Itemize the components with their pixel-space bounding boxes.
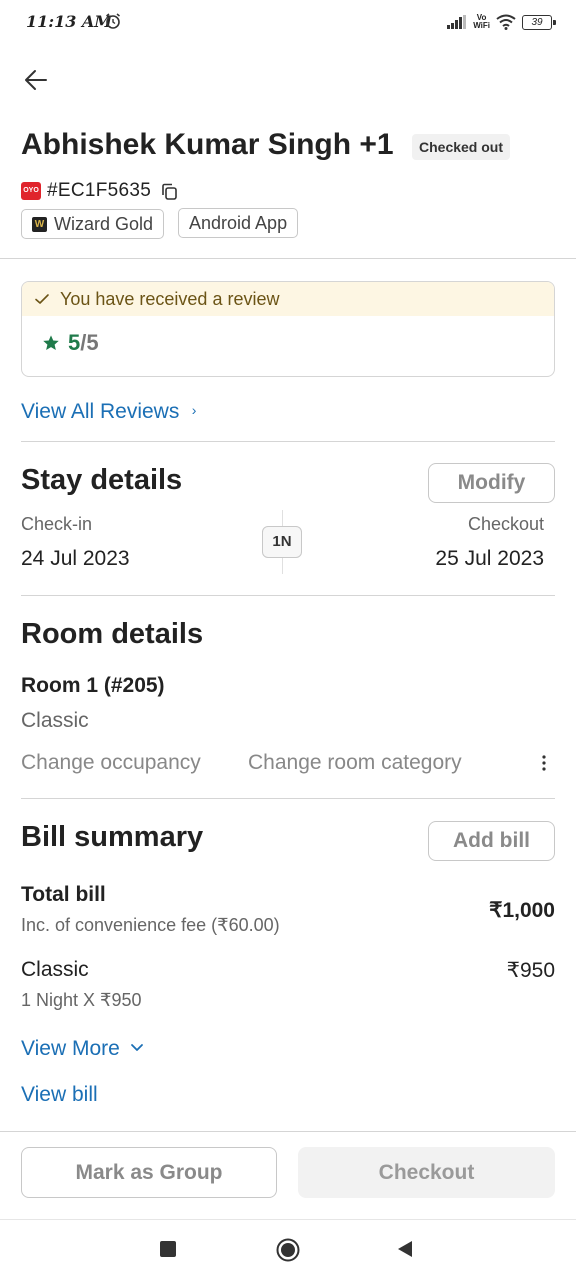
change-occupancy-button[interactable]: Change occupancy — [21, 751, 201, 775]
status-icons: Vo WiFi 39 — [447, 12, 556, 32]
status-time: 11:13 AM — [26, 12, 113, 31]
wizard-logo-icon: W — [32, 217, 47, 232]
checkout-label: Checkout — [467, 514, 544, 534]
add-bill-button[interactable]: Add bill — [428, 821, 555, 861]
view-more-label: View More — [21, 1037, 120, 1060]
tag-android-app: Android App — [178, 208, 299, 238]
mark-as-group-button[interactable]: Mark as Group — [21, 1147, 277, 1198]
chevron-down-icon — [131, 1044, 144, 1051]
chevron-right-icon: › — [191, 402, 197, 418]
view-bill-link[interactable]: View bill — [21, 1083, 98, 1107]
tag-label: Android App — [189, 213, 288, 233]
modify-button[interactable]: Modify — [428, 463, 555, 503]
checkin-date: 24 Jul 2023 — [21, 547, 130, 570]
star-icon — [43, 335, 59, 351]
recents-icon[interactable] — [160, 1241, 176, 1257]
bill-summary-title: Bill summary — [21, 821, 204, 853]
guest-name: Abhishek Kumar Singh +1 — [21, 128, 394, 161]
home-icon[interactable] — [276, 1238, 300, 1262]
total-bill-label: Total bill — [21, 883, 106, 906]
view-all-reviews-link[interactable]: View All Reviews › — [21, 400, 196, 424]
change-room-category-button[interactable]: Change room category — [248, 751, 462, 775]
bill-item-amount: ₹950 — [506, 959, 555, 982]
status-badge: Checked out — [412, 134, 511, 160]
checkout-date: 25 Jul 2023 — [435, 547, 544, 570]
nights-badge: 1N — [262, 526, 302, 558]
stay-details-title: Stay details — [21, 464, 183, 496]
oyo-logo-icon: OYO — [21, 182, 41, 200]
booking-id: #EC1F5635 — [47, 180, 152, 201]
back-arrow-icon[interactable] — [22, 66, 50, 94]
view-all-reviews-label: View All Reviews — [21, 400, 180, 423]
tag-wizard-gold: W Wizard Gold — [21, 209, 165, 239]
alarm-icon — [106, 13, 120, 29]
room-name: Room 1 (#205) — [21, 674, 165, 697]
battery-icon: 39 — [522, 14, 556, 30]
view-more-link[interactable]: View More — [21, 1037, 144, 1061]
review-card: You have received a review 5 /5 — [21, 281, 555, 377]
copy-icon[interactable] — [160, 182, 180, 202]
total-bill-amount: ₹1,000 — [489, 899, 555, 922]
convenience-fee-note: Inc. of convenience fee (₹60.00) — [21, 915, 280, 935]
review-banner-text: You have received a review — [60, 288, 280, 309]
view-bill-label: View bill — [21, 1083, 98, 1106]
room-category: Classic — [21, 709, 89, 732]
score-max: /5 — [80, 330, 99, 355]
vowifi-indicator: Vo WiFi — [473, 13, 490, 30]
room-details-title: Room details — [21, 618, 204, 650]
review-score: 5 /5 — [42, 330, 99, 356]
signal-icon — [447, 15, 467, 29]
divider — [21, 595, 555, 596]
bill-item-detail: 1 Night X ₹950 — [21, 990, 142, 1010]
nav-back-icon[interactable] — [396, 1240, 414, 1258]
divider — [21, 798, 555, 799]
bottom-action-bar: Mark as Group Checkout — [0, 1131, 576, 1219]
review-banner: You have received a review — [22, 282, 554, 316]
checkout-button[interactable]: Checkout — [298, 1147, 555, 1198]
checkin-label: Check-in — [21, 514, 93, 534]
bill-item-label: Classic — [21, 958, 89, 981]
battery-level: 39 — [531, 16, 543, 28]
tag-label: Wizard Gold — [54, 214, 154, 234]
system-nav-bar — [0, 1219, 576, 1280]
divider — [0, 258, 576, 259]
more-options-icon[interactable] — [540, 754, 548, 772]
score-value: 5 — [68, 330, 81, 355]
divider — [21, 441, 555, 442]
wifi-icon — [496, 14, 516, 30]
check-icon — [35, 294, 49, 304]
status-bar: 11:13 AM Vo WiFi 39 — [0, 0, 576, 44]
